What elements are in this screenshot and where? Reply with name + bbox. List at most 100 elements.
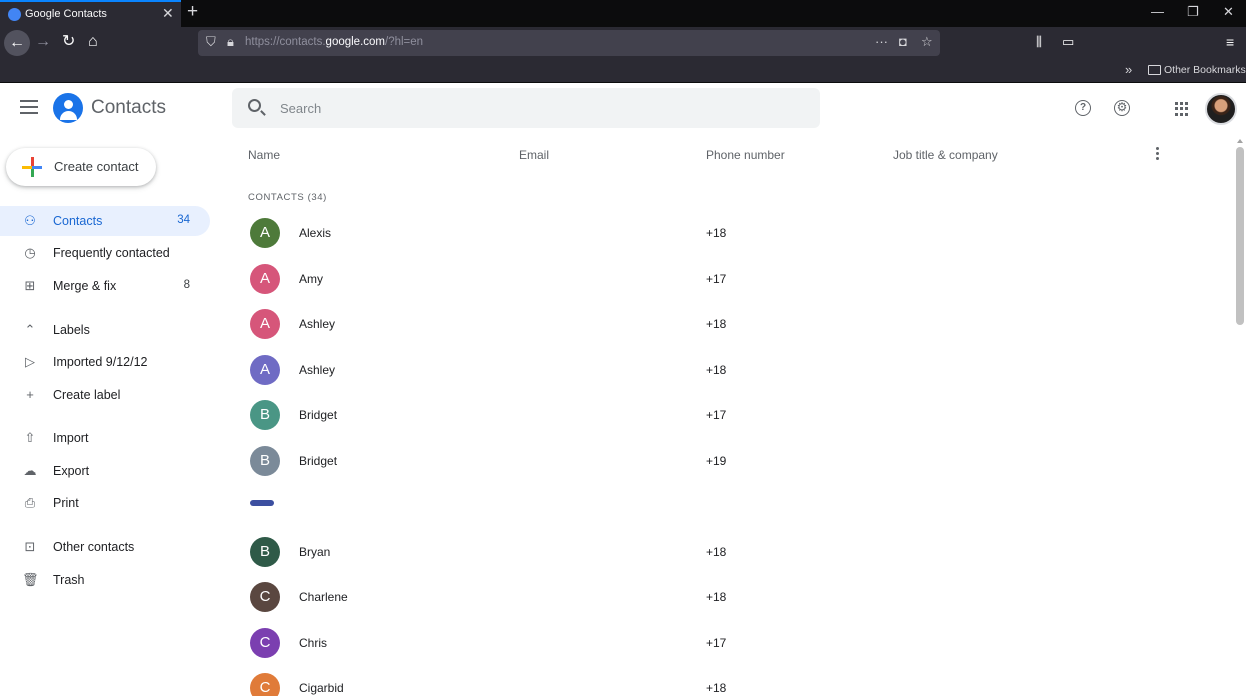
sidebar-item-label: Imported 9/12/12	[53, 355, 148, 369]
print-icon: ⎙	[24, 495, 36, 510]
contact-row[interactable]: A Ashley +18	[232, 302, 1232, 348]
label-icon: ▷	[25, 354, 35, 369]
chevron-up-icon: ⌃	[24, 322, 36, 337]
lock-icon[interactable]: 🔒︎	[227, 34, 234, 50]
contact-name: Ashley	[299, 363, 336, 377]
sidebar-item-labels[interactable]: ⌃ Labels	[0, 315, 210, 345]
contact-name: Bridget	[299, 408, 338, 422]
sidebar-toggle-icon[interactable]: ▭	[1062, 33, 1074, 51]
contact-row[interactable]: A Alexis +18	[232, 211, 1232, 257]
sidebar-item-label: Import	[53, 431, 89, 445]
column-header-job[interactable]: Job title & company	[893, 148, 998, 162]
sidebar-item-trash[interactable]: 🗑︎ Trash	[0, 565, 210, 595]
contact-name: Chris	[299, 636, 328, 650]
contact-avatar[interactable]: C	[250, 673, 280, 696]
contact-avatar[interactable]: A	[250, 264, 280, 294]
main-menu-icon[interactable]	[20, 100, 38, 114]
contact-phone: +18	[706, 681, 727, 695]
column-header-email[interactable]: Email	[519, 148, 549, 162]
sidebar-item-print[interactable]: ⎙ Print	[0, 488, 210, 518]
contact-name: Charlene	[299, 590, 348, 604]
sidebar-item-label: Print	[53, 496, 79, 510]
contact-row[interactable]: B Bridget +17	[232, 393, 1232, 439]
contact-phone: +17	[706, 272, 727, 286]
folder-icon	[1148, 65, 1161, 75]
create-contact-button[interactable]: Create contact	[6, 148, 156, 186]
close-window-icon[interactable]: ✕	[1223, 4, 1234, 20]
contact-avatar[interactable]: C	[250, 582, 280, 612]
sidebar-item-imported[interactable]: ▷ Imported 9/12/12	[0, 347, 210, 377]
page-actions-icon[interactable]: ···	[875, 34, 888, 49]
address-bar[interactable]: ⛉ 🔒︎ https://contacts.google.com/?hl=en …	[198, 30, 940, 56]
close-tab-icon[interactable]: ✕	[162, 5, 174, 22]
google-apps-icon[interactable]	[1175, 102, 1189, 116]
help-icon[interactable]: ?	[1075, 100, 1091, 116]
more-options-icon[interactable]	[1156, 147, 1160, 162]
sidebar-item-count: 8	[183, 279, 190, 291]
contact-row[interactable]: B Bryan +18	[232, 530, 1232, 576]
reload-icon[interactable]: ↻	[62, 33, 75, 51]
sidebar-item-label: Labels	[53, 323, 90, 337]
sidebar-item-merge-fix[interactable]: ⊞ Merge & fix 8	[0, 271, 210, 301]
contact-avatar[interactable]: A	[250, 355, 280, 385]
contact-avatar[interactable]: A	[250, 309, 280, 339]
column-header-phone[interactable]: Phone number	[706, 148, 785, 162]
section-label: CONTACTS (34)	[248, 192, 327, 203]
contact-phone: +18	[706, 317, 727, 331]
sidebar-item-export[interactable]: ☁ Export	[0, 456, 210, 486]
library-icon[interactable]: ⫼	[1036, 33, 1042, 51]
contact-row[interactable]: C Charlene +18	[232, 575, 1232, 621]
restore-icon[interactable]: ❐	[1187, 4, 1199, 20]
other-bookmarks[interactable]: Other Bookmarks	[1164, 64, 1246, 76]
contact-avatar[interactable]: B	[250, 446, 280, 476]
star-icon[interactable]: ☆	[921, 34, 933, 50]
contacts-favicon-icon	[8, 8, 21, 21]
contact-name: Bridget	[299, 454, 338, 468]
search-icon[interactable]	[248, 99, 261, 112]
contact-name: Amy	[299, 272, 323, 286]
account-avatar[interactable]	[1205, 93, 1237, 125]
browser-tab[interactable]: Google Contacts ✕	[0, 0, 181, 27]
search-bar[interactable]	[232, 88, 820, 128]
bookmarks-toolbar: » Other Bookmarks	[0, 59, 1246, 83]
contacts-logo-icon	[53, 93, 83, 123]
column-header-name[interactable]: Name	[248, 148, 280, 162]
contact-avatar[interactable]: B	[250, 537, 280, 567]
pocket-icon[interactable]: ◘	[899, 34, 907, 49]
bookmarks-overflow-icon[interactable]: »	[1125, 62, 1132, 77]
sidebar-item-other-contacts[interactable]: ⊡ Other contacts	[0, 532, 210, 562]
contact-avatar[interactable]: C	[250, 628, 280, 658]
sidebar-item-import[interactable]: ⇧ Import	[0, 423, 210, 453]
contact-avatar[interactable]: A	[250, 218, 280, 248]
contact-row[interactable]: C Cigarbid +18	[232, 666, 1232, 696]
sidebar-item-contacts[interactable]: ⚇ Contacts 34	[0, 206, 210, 236]
settings-gear-icon[interactable]: ⚙	[1114, 100, 1130, 116]
menu-icon[interactable]: ≡	[1226, 33, 1234, 51]
trash-icon: 🗑︎	[22, 572, 39, 587]
search-input[interactable]	[280, 95, 800, 121]
scroll-up-icon[interactable]	[1237, 139, 1243, 143]
contact-phone: +17	[706, 636, 727, 650]
sidebar-item-label: Export	[53, 464, 90, 478]
contact-row[interactable]: B Bridget +19	[232, 439, 1232, 485]
minimize-icon[interactable]: —	[1151, 4, 1164, 19]
sidebar-item-create-label[interactable]: + Create label	[0, 380, 210, 410]
browser-tab-strip: Google Contacts ✕ + — ❐ ✕	[0, 0, 1246, 27]
sidebar-item-frequently-contacted[interactable]: ◷ Frequently contacted	[0, 238, 210, 268]
contact-name: Ashley	[299, 317, 336, 331]
back-arrow-icon[interactable]: ←	[4, 30, 30, 56]
contact-row[interactable]: C Chris +17	[232, 621, 1232, 667]
upload-icon: ⇧	[24, 430, 36, 445]
sidebar-item-label: Frequently contacted	[53, 246, 170, 260]
contact-row[interactable]: A Amy +17	[232, 257, 1232, 303]
scrollbar-thumb[interactable]	[1236, 147, 1244, 325]
sidebar-item-label: Other contacts	[53, 540, 135, 554]
forward-arrow-icon[interactable]: →	[35, 33, 51, 51]
scrollbar[interactable]	[1234, 135, 1246, 696]
contact-row[interactable]: A Ashley +18	[232, 348, 1232, 394]
home-icon[interactable]: ⌂	[88, 33, 98, 51]
contact-avatar[interactable]: B	[250, 400, 280, 430]
shield-icon[interactable]: ⛉	[206, 34, 216, 50]
new-tab-icon[interactable]: +	[187, 1, 198, 23]
multicolor-plus-icon	[22, 157, 42, 177]
